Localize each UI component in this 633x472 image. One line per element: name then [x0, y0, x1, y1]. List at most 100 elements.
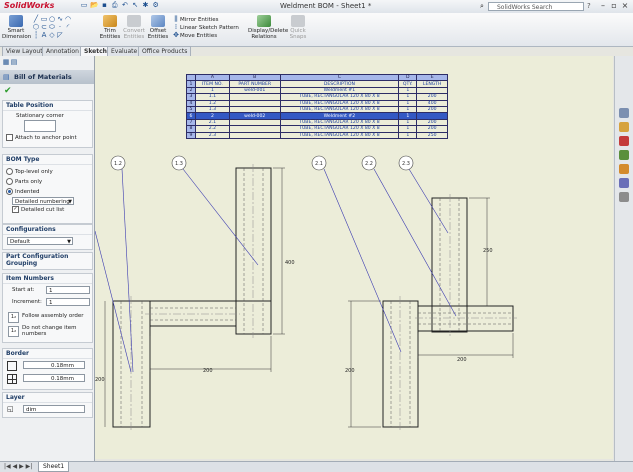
layer-header[interactable]: Layer: [3, 393, 92, 403]
design-library-icon[interactable]: [619, 136, 629, 146]
top-level-option[interactable]: Top-level only: [6, 167, 89, 177]
feature-tree-icon[interactable]: ▦: [2, 58, 10, 66]
indented-radio[interactable]: [6, 188, 13, 195]
display-relations-button[interactable]: Display/Delete Relations: [248, 15, 288, 40]
fillet-icon[interactable]: ◜: [64, 23, 72, 31]
spline-icon[interactable]: ∿: [56, 15, 64, 23]
table-cell[interactable]: [228, 131, 281, 139]
line-icon[interactable]: ╱: [32, 15, 40, 23]
balloon-1-3-text: 1.3: [175, 161, 183, 167]
indented-option[interactable]: Indented: [6, 187, 89, 197]
dim-right-250[interactable]: 250: [483, 248, 493, 254]
follow-assembly-icon[interactable]: 1₂: [8, 312, 19, 323]
search-input[interactable]: SolidWorks Search: [488, 2, 584, 11]
numbering-select[interactable]: Detailed numbering ▼: [12, 197, 74, 205]
bom-table[interactable]: A B C D E 1 ITEM NO. PART NUMBER DESCRIPTION QTY.…: [186, 73, 448, 139]
dim-right-200-vertical[interactable]: 200: [345, 368, 355, 374]
resources-icon[interactable]: [619, 122, 629, 132]
point-icon[interactable]: ·: [56, 23, 64, 31]
select-icon[interactable]: ↖: [131, 1, 139, 9]
open-icon[interactable]: 📂: [90, 1, 99, 9]
detailed-cut-list-checkbox[interactable]: ✓: [12, 206, 19, 213]
tube-1-2: [235, 167, 272, 335]
chamfer-icon[interactable]: ◸: [56, 31, 64, 39]
view-palette-icon[interactable]: [619, 164, 629, 174]
part-config-grouping-header[interactable]: Part Configuration Grouping: [3, 253, 92, 267]
configuration-select[interactable]: Default ▼: [7, 237, 73, 245]
tube-2-2: [382, 300, 419, 428]
home-icon[interactable]: [619, 108, 629, 118]
tab-view-layout[interactable]: View Layout: [2, 46, 47, 56]
circle-icon[interactable]: ○: [48, 15, 56, 23]
left-weldment-view[interactable]: [112, 167, 272, 428]
help-icon[interactable]: ?: [587, 2, 591, 10]
corner-selector[interactable]: [24, 120, 56, 132]
parts-only-radio[interactable]: [6, 178, 13, 185]
ellipse-icon[interactable]: ⬭: [48, 23, 56, 31]
appearances-icon[interactable]: [619, 178, 629, 188]
offset-entities-button[interactable]: Offset Entities: [146, 15, 170, 40]
linear-pattern-button[interactable]: ⁞ Linear Sketch Pattern: [172, 23, 239, 31]
polygon-icon[interactable]: ⬡: [32, 23, 40, 31]
smart-dimension-button[interactable]: Smart Dimension: [2, 15, 31, 40]
dim-left-400[interactable]: 400: [285, 260, 295, 266]
dim-left-200-horizontal[interactable]: 200: [203, 368, 213, 374]
restore-button[interactable]: ▫: [609, 1, 619, 11]
file-explorer-icon[interactable]: [619, 150, 629, 160]
attach-anchor-checkbox[interactable]: [6, 134, 13, 141]
mirror-entities-button[interactable]: ⫼ Mirror Entities: [172, 15, 239, 23]
rectangle-icon[interactable]: ▭: [40, 15, 48, 23]
tab-annotation[interactable]: Annotation: [42, 46, 83, 56]
slot-icon[interactable]: ⊂: [40, 23, 48, 31]
arc-icon[interactable]: ◠: [64, 15, 72, 23]
top-level-radio[interactable]: [6, 168, 13, 175]
print-icon[interactable]: ⎙: [111, 1, 119, 9]
start-at-input[interactable]: 1: [46, 286, 90, 294]
layer-select[interactable]: dim: [23, 405, 85, 413]
dim-left-200-vertical[interactable]: 200: [95, 377, 105, 383]
plane-icon[interactable]: ◇: [48, 31, 56, 39]
close-button[interactable]: ×: [620, 1, 630, 11]
options-icon[interactable]: ⚙: [152, 1, 160, 9]
tab-evaluate[interactable]: Evaluate: [107, 46, 142, 56]
tab-office-products[interactable]: Office Products: [138, 46, 192, 56]
configuration-value: Default: [10, 239, 31, 245]
configurations-header[interactable]: Configurations: [3, 225, 92, 235]
sheet-nav-icons[interactable]: |◀ ◀ ▶ ▶|: [4, 463, 32, 470]
border-header[interactable]: Border: [3, 349, 92, 359]
rebuild-icon[interactable]: ✱: [141, 1, 149, 9]
right-weldment-view[interactable]: [382, 197, 514, 428]
undo-icon[interactable]: ↶: [121, 1, 129, 9]
minimize-button[interactable]: –: [598, 1, 608, 11]
table-cell[interactable]: 250: [416, 131, 448, 139]
parts-only-option[interactable]: Parts only: [6, 177, 89, 187]
move-entities-button[interactable]: ✥Move Entities: [172, 31, 239, 39]
quick-snaps-button[interactable]: Quick Snaps: [286, 15, 310, 40]
box-border-icon: [7, 361, 17, 371]
table-position-header[interactable]: Table Position: [3, 101, 92, 111]
convert-entities-button[interactable]: Convert Entities: [122, 15, 146, 40]
custom-properties-icon[interactable]: [619, 192, 629, 202]
save-icon[interactable]: ▪: [100, 1, 108, 9]
do-not-change-icon[interactable]: 1₂: [8, 326, 19, 337]
pm-title: Bill of Materials: [14, 73, 72, 81]
bom-type-header[interactable]: BOM Type: [3, 155, 92, 165]
grid-border-icon: [7, 374, 17, 384]
property-manager-icon[interactable]: ▤: [10, 58, 18, 66]
table-cell[interactable]: 2.3: [195, 131, 230, 139]
pattern-icon: ⁞: [174, 23, 178, 31]
table-cell[interactable]: 1: [398, 131, 418, 139]
item-numbers-header[interactable]: Item Numbers: [3, 274, 92, 284]
new-icon[interactable]: ▭: [80, 1, 88, 9]
dim-right-200-horizontal[interactable]: 200: [457, 357, 467, 363]
table-cell[interactable]: TUBE, RECTANGULAR 120 X 80 X 8: [279, 131, 400, 139]
increment-input[interactable]: 1: [46, 298, 90, 306]
trim-entities-button[interactable]: Trim Entities: [98, 15, 122, 40]
relations-icon: [257, 15, 271, 27]
centerline-icon[interactable]: ┆: [32, 31, 40, 39]
border-width-select-2[interactable]: 0.18mm: [23, 374, 85, 382]
text-icon[interactable]: A: [40, 31, 48, 39]
border-width-select-1[interactable]: 0.18mm: [23, 361, 85, 369]
table-row[interactable]: 9 2.3 TUBE, RECTANGULAR 120 X 80 X 8 1 250: [186, 131, 448, 139]
ok-checkmark-icon[interactable]: ✔: [4, 86, 12, 96]
